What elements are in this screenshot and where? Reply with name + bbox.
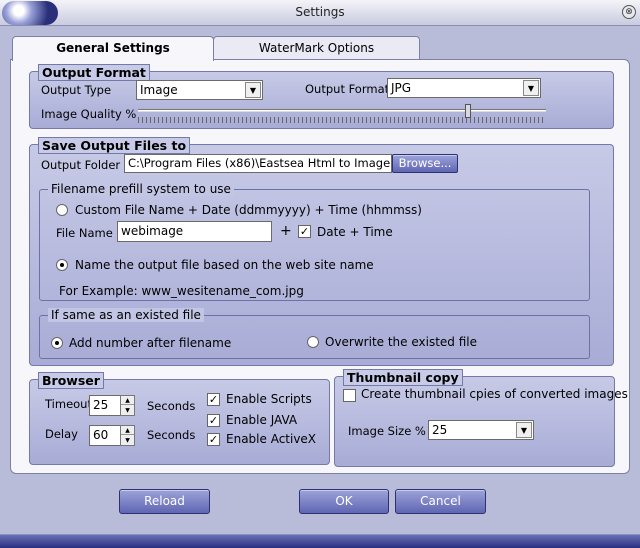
plus-sign: + bbox=[280, 223, 292, 239]
thumbnail-group: Thumbnail copy Create thumbnail cpies of… bbox=[334, 369, 628, 467]
tab-general-settings[interactable]: General Settings bbox=[12, 36, 214, 61]
timeout-label: Timeout bbox=[45, 397, 92, 411]
save-output-title: Save Output Files to bbox=[38, 137, 191, 154]
arrow-up-icon[interactable]: ▲ bbox=[121, 426, 134, 435]
chevron-down-icon[interactable]: ▼ bbox=[523, 80, 539, 96]
close-icon[interactable]: ⊗ bbox=[622, 5, 636, 19]
thumbnail-title: Thumbnail copy bbox=[343, 369, 463, 386]
image-size-label: Image Size % bbox=[348, 424, 426, 438]
ok-button[interactable]: OK bbox=[299, 489, 389, 514]
save-output-group: Save Output Files to Output Folder C:\Pr… bbox=[29, 137, 614, 366]
filename-prefill-title: Filename prefill system to use bbox=[48, 182, 234, 196]
cancel-button[interactable]: Cancel bbox=[395, 489, 486, 514]
chevron-down-icon[interactable]: ▼ bbox=[245, 82, 261, 98]
output-folder-input[interactable]: C:\Program Files (x86)\Eastsea Html to I… bbox=[124, 154, 392, 173]
arrow-down-icon[interactable]: ▼ bbox=[121, 436, 134, 445]
image-size-select[interactable]: 25 ▼ bbox=[428, 420, 534, 440]
custom-filename-label: Custom File Name + Date (ddmmyyyy) + Tim… bbox=[75, 203, 422, 217]
delay-spinner[interactable]: ▲ ▼ bbox=[120, 425, 135, 446]
enable-scripts-checkbox[interactable]: ✓ bbox=[207, 393, 220, 406]
timeout-input[interactable]: 25 bbox=[89, 395, 121, 416]
image-size-value: 25 bbox=[432, 423, 448, 437]
bottom-strip bbox=[0, 534, 640, 548]
title-bar: Settings ⊗ bbox=[0, 0, 640, 26]
enable-java-label: Enable JAVA bbox=[226, 413, 298, 427]
add-number-radio[interactable] bbox=[51, 337, 63, 349]
filename-example: For Example: www_wesitename_com.jpg bbox=[59, 284, 304, 298]
delay-input[interactable]: 60 bbox=[89, 425, 121, 446]
file-name-label: File Name bbox=[56, 226, 113, 240]
output-format-select[interactable]: JPG ▼ bbox=[387, 78, 541, 98]
enable-java-checkbox[interactable]: ✓ bbox=[207, 414, 220, 427]
overwrite-label: Overwrite the existed file bbox=[325, 335, 478, 349]
custom-filename-radio[interactable] bbox=[56, 204, 68, 216]
reload-button[interactable]: Reload bbox=[119, 489, 210, 514]
output-format-label: Output Format bbox=[305, 82, 390, 96]
file-name-input[interactable]: webimage bbox=[117, 221, 272, 242]
timeout-seconds-label: Seconds bbox=[147, 399, 196, 413]
create-thumbnail-label: Create thumbnail cpies of converted imag… bbox=[361, 387, 628, 401]
arrow-up-icon[interactable]: ▲ bbox=[121, 396, 134, 405]
chevron-down-icon[interactable]: ▼ bbox=[516, 422, 532, 438]
delay-label: Delay bbox=[45, 427, 78, 441]
filename-prefill-group: Filename prefill system to use Custom Fi… bbox=[39, 182, 590, 301]
enable-activex-checkbox[interactable]: ✓ bbox=[207, 433, 220, 446]
general-settings-panel: Output Format Output Type Image ▼ Output… bbox=[10, 59, 630, 474]
output-type-label: Output Type bbox=[41, 83, 112, 97]
create-thumbnail-checkbox[interactable] bbox=[343, 389, 356, 402]
delay-seconds-label: Seconds bbox=[147, 428, 196, 442]
overwrite-radio[interactable] bbox=[307, 336, 319, 348]
output-format-value: JPG bbox=[391, 81, 412, 95]
output-format-group: Output Format Output Type Image ▼ Output… bbox=[29, 64, 614, 129]
site-name-label: Name the output file based on the web si… bbox=[75, 258, 374, 272]
existed-file-group: If same as an existed file Add number af… bbox=[39, 308, 590, 359]
date-time-label: Date + Time bbox=[317, 225, 393, 239]
site-name-radio[interactable] bbox=[56, 259, 68, 271]
date-time-checkbox[interactable]: ✓ bbox=[298, 225, 311, 238]
timeout-spinner[interactable]: ▲ ▼ bbox=[120, 395, 135, 416]
image-quality-slider-ticks bbox=[138, 117, 546, 123]
window-title: Settings bbox=[295, 5, 345, 19]
add-number-label: Add number after filename bbox=[69, 336, 232, 350]
output-type-value: Image bbox=[140, 83, 178, 97]
output-type-select[interactable]: Image ▼ bbox=[136, 80, 263, 100]
enable-activex-label: Enable ActiveX bbox=[226, 432, 317, 446]
browser-title: Browser bbox=[38, 372, 104, 389]
output-folder-label: Output Folder bbox=[41, 158, 121, 172]
enable-scripts-label: Enable Scripts bbox=[226, 392, 312, 406]
browse-button[interactable]: Browse... bbox=[392, 154, 458, 173]
existed-file-title: If same as an existed file bbox=[48, 308, 204, 322]
tab-watermark-options[interactable]: WaterMark Options bbox=[213, 36, 420, 60]
image-quality-slider-track[interactable] bbox=[138, 109, 546, 112]
image-quality-label: Image Quality % bbox=[41, 107, 137, 121]
image-quality-slider-thumb[interactable] bbox=[465, 104, 472, 118]
output-format-title: Output Format bbox=[38, 64, 150, 81]
arrow-down-icon[interactable]: ▼ bbox=[121, 406, 134, 415]
browser-group: Browser Timeout 25 ▲ ▼ Seconds Delay 60 … bbox=[29, 372, 330, 465]
